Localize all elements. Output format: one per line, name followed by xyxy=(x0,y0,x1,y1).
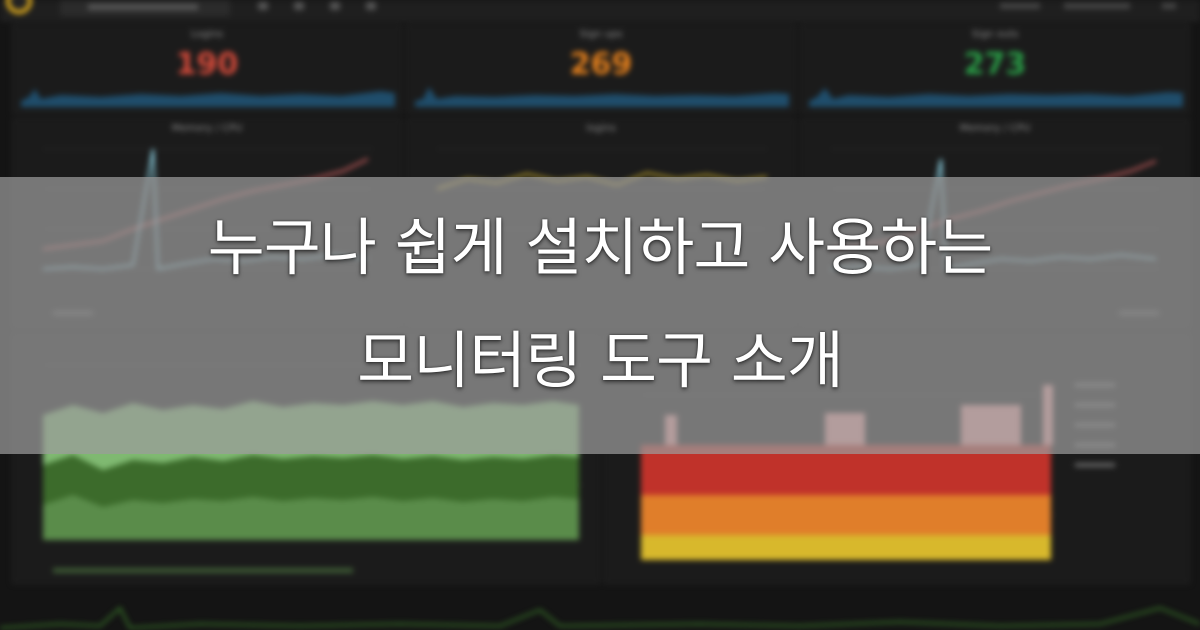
time-range-picker[interactable] xyxy=(1064,3,1130,9)
dashboard-picker[interactable] xyxy=(60,0,230,16)
stat-panel-sign-outs[interactable]: Sign outs 273 xyxy=(800,24,1190,114)
refresh-icon[interactable] xyxy=(1162,3,1176,9)
share-icon[interactable] xyxy=(294,2,304,10)
stat-title: Logins xyxy=(190,29,224,40)
stat-panel-sign-ups[interactable]: Sign ups 269 xyxy=(406,24,796,114)
star-icon[interactable] xyxy=(258,2,268,10)
top-navbar xyxy=(0,0,1200,21)
sparkline xyxy=(809,88,1183,107)
stat-title: Sign ups xyxy=(579,29,623,40)
headline-line-2: 모니터링 도구 소개 xyxy=(357,324,844,397)
stat-title: Sign outs xyxy=(971,29,1019,40)
stat-value: 269 xyxy=(569,47,633,82)
stat-value: 273 xyxy=(963,47,1027,82)
stat-panel-logins[interactable]: Logins 190 xyxy=(12,24,402,114)
zoom-out-button[interactable] xyxy=(1000,3,1040,9)
settings-icon[interactable] xyxy=(366,2,376,10)
grafana-logo-icon[interactable] xyxy=(6,0,32,14)
sparkline xyxy=(415,87,789,107)
stat-value: 190 xyxy=(175,47,239,82)
headline-line-1: 누구나 쉽게 설치하고 사용하는 xyxy=(207,211,994,284)
save-icon[interactable] xyxy=(330,2,340,10)
bottom-graph-strip xyxy=(0,606,1200,630)
sparkline xyxy=(21,89,395,107)
